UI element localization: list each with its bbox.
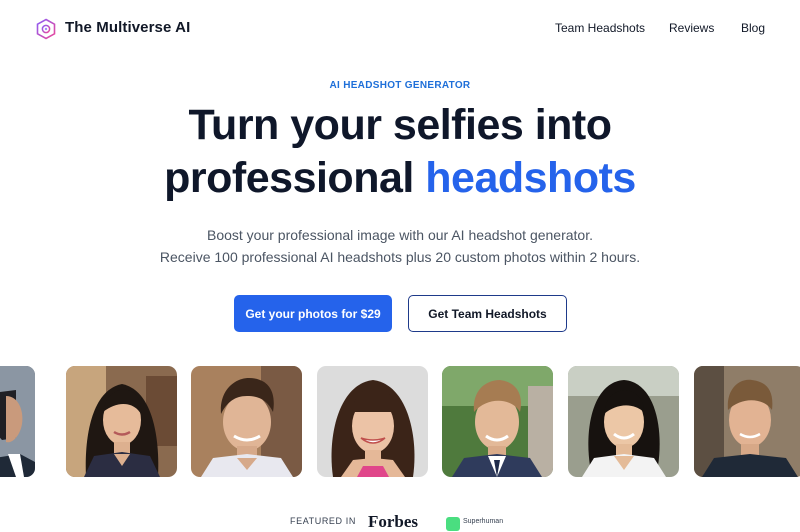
hero-title-accent: headshots xyxy=(425,154,636,202)
headshot-photo xyxy=(191,366,302,477)
hero-title-line-1: Turn your selfies into xyxy=(188,101,612,149)
headshot-photo xyxy=(0,366,35,477)
nav-link-blog[interactable]: Blog xyxy=(741,21,765,35)
headshot-photo xyxy=(694,366,800,477)
headshot-gallery xyxy=(0,366,800,478)
hero-title-line-2: professional headshots xyxy=(0,157,800,200)
superhuman-logo-text: Superhuman xyxy=(463,518,504,525)
hexagon-logo-icon[interactable] xyxy=(35,18,57,40)
headshot-photo xyxy=(568,366,679,477)
hero-subtitle-line-2: Receive 100 professional AI headshots pl… xyxy=(159,249,641,265)
nav-link-reviews[interactable]: Reviews xyxy=(669,21,714,35)
eyebrow-label: AI HEADSHOT GENERATOR xyxy=(329,80,471,91)
forbes-logo: Forbes xyxy=(368,512,419,531)
nav-link-team-headshots[interactable]: Team Headshots xyxy=(555,21,645,35)
superhuman-logo-icon xyxy=(446,517,460,531)
get-photos-button[interactable]: Get your photos for $29 xyxy=(234,295,392,332)
team-headshots-button[interactable]: Get Team Headshots xyxy=(408,295,567,332)
headshot-photo xyxy=(66,366,177,477)
top-navigation: The Multiverse AI Team Headshots Reviews… xyxy=(0,0,800,58)
hero-title-plain: professional xyxy=(164,154,426,202)
hero-subtitle-line-1: Boost your professional image with our A… xyxy=(206,227,593,243)
headshot-photo xyxy=(317,366,428,477)
brand-name[interactable]: The Multiverse AI xyxy=(65,19,190,36)
headshot-photo xyxy=(442,366,553,477)
